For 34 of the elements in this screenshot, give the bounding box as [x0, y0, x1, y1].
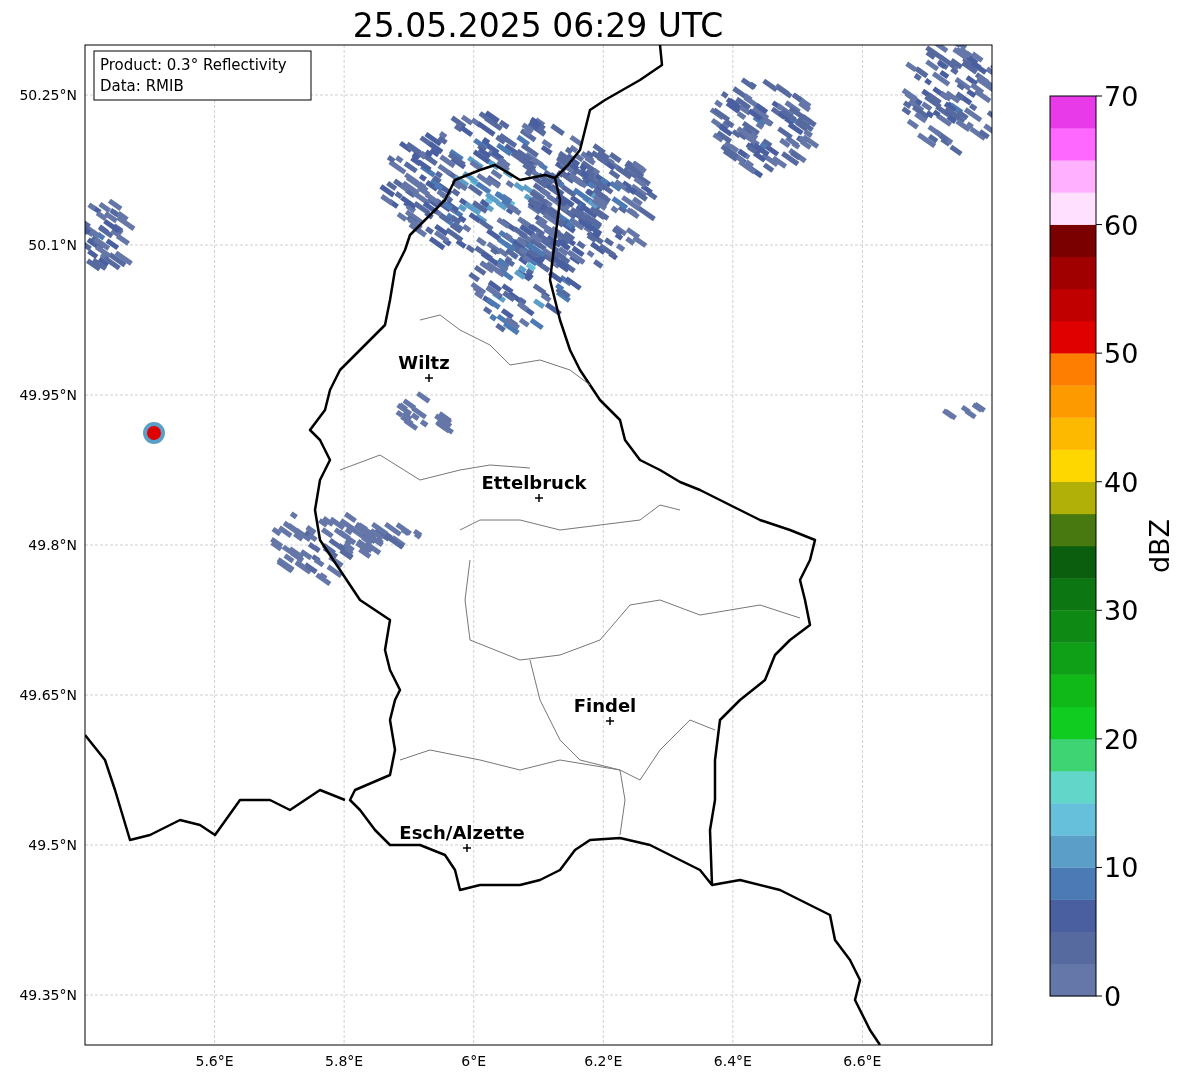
radar-site-icon [143, 422, 165, 444]
longitude-label: 6.2°E [584, 1053, 623, 1069]
city-label: Ettelbruck [481, 472, 587, 493]
city-marker-icon [424, 373, 434, 383]
colorbar-tick-label: 0 [1104, 981, 1122, 1012]
latitude-label: 49.95°N [19, 387, 77, 403]
latitude-label: 49.65°N [19, 687, 77, 703]
colorbar-tick-label: 50 [1104, 338, 1139, 370]
city-label: Esch/Alzette [399, 822, 525, 843]
info-text: Product: 0.3° Reflectivity [100, 56, 287, 74]
colorbar-tick-label: 60 [1104, 209, 1139, 241]
longitude-label: 6.6°E [843, 1053, 882, 1069]
colorbar-tick-label: 70 [1104, 81, 1139, 112]
latitude-label: 49.5°N [28, 837, 77, 853]
city-marker-icon [605, 716, 615, 726]
longitude-label: 6.4°E [713, 1053, 752, 1069]
city-marker-icon [462, 843, 472, 853]
city-label: Wiltz [398, 352, 450, 373]
latitude-label: 50.1°N [28, 237, 77, 253]
colorbar-tick-label: 30 [1104, 595, 1139, 627]
longitude-label: 5.6°E [195, 1053, 234, 1069]
colorbar-tick-label: 10 [1104, 852, 1139, 884]
city-label: Findel [573, 695, 637, 716]
latitude-label: 49.35°N [19, 987, 77, 1003]
city-marker-icon [534, 493, 544, 503]
colorbar-tick-label: 40 [1104, 466, 1139, 498]
chart-title: 25.05.2025 06:29 UTC [352, 6, 724, 45]
colorbar-tick-label: 20 [1104, 723, 1139, 755]
latitude-label: 49.8°N [28, 537, 77, 553]
info-text: Data: RMIB [100, 77, 184, 95]
longitude-label: 6°E [461, 1053, 487, 1069]
latitude-label: 50.25°N [19, 87, 77, 103]
longitude-label: 5.8°E [325, 1053, 364, 1069]
colorbar-title: dBZ [1144, 518, 1175, 574]
